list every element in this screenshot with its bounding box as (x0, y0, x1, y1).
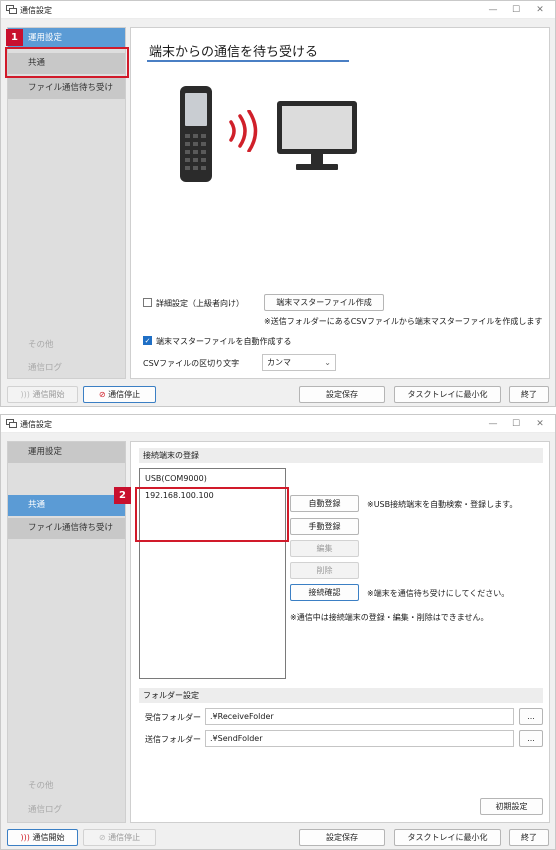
window-title: 通信設定 (20, 6, 52, 15)
sidebar-item-common[interactable]: 共通 (8, 495, 125, 516)
device-list-item[interactable]: USB(COM9000) (145, 474, 207, 483)
stop-comm-label: 通信停止 (108, 390, 141, 399)
auto-register-note: ※USB接続端末を自動検索・登録します。 (367, 500, 518, 509)
highlight-box (135, 487, 289, 542)
app-icon (6, 5, 17, 14)
sidebar-item-operation[interactable]: 運用設定 (8, 28, 125, 49)
close-button[interactable]: ✕ (529, 417, 551, 431)
title-bar: 通信設定 — ☐ ✕ (1, 1, 555, 19)
manual-register-button[interactable]: 手動登録 (290, 518, 359, 535)
exit-button[interactable]: 終了 (509, 386, 549, 403)
settings-window-2: 通信設定 — ☐ ✕ 運用設定 共通 ファイル通信待ち受け その他 通信ログ 接… (0, 414, 556, 850)
delimiter-select[interactable]: カンマ ⌄ (262, 354, 336, 371)
edit-button[interactable]: 編集 (290, 540, 359, 557)
settings-window-1: 通信設定 — ☐ ✕ 運用設定 共通 ファイル通信待ち受け その他 通信ログ 1… (0, 0, 556, 407)
reset-defaults-button[interactable]: 初期設定 (480, 798, 543, 815)
monitor-icon (277, 101, 357, 170)
main-panel: 端末からの通信を待ち受ける 詳細設定（上級者向け） 端末マスターファイル作成 ※… (130, 27, 550, 379)
send-folder-input[interactable]: .¥SendFolder (205, 730, 514, 747)
connection-check-button[interactable]: 接続確認 (290, 584, 359, 601)
in-comm-note: ※通信中は接続端末の登録・編集・削除はできません。 (290, 613, 489, 622)
callout-badge: 2 (114, 487, 131, 504)
receive-folder-browse-button[interactable]: ... (519, 708, 543, 725)
close-button[interactable]: ✕ (529, 3, 551, 17)
sidebar: 運用設定 共通 ファイル通信待ち受け その他 通信ログ (7, 441, 126, 823)
maximize-button[interactable]: ☐ (505, 3, 527, 17)
sidebar-item-file-listen[interactable]: ファイル通信待ち受け (8, 78, 125, 99)
delete-button[interactable]: 削除 (290, 562, 359, 579)
create-master-file-button[interactable]: 端末マスターファイル作成 (264, 294, 384, 311)
app-icon (6, 419, 17, 428)
sidebar-item-log: 通信ログ (28, 805, 63, 815)
folder-group-title: フォルダー設定 (139, 688, 543, 703)
start-comm-label: 通信開始 (32, 833, 65, 842)
receive-folder-label: 受信フォルダー (145, 713, 201, 722)
save-settings-button[interactable]: 設定保存 (299, 829, 385, 846)
delimiter-value: カンマ (267, 358, 291, 367)
delimiter-label: CSVファイルの区切り文字 (143, 359, 240, 368)
advanced-checkbox-label: 詳細設定（上級者向け） (156, 299, 244, 308)
sidebar: 運用設定 共通 ファイル通信待ち受け その他 通信ログ (7, 27, 126, 379)
sidebar-item-file-listen[interactable]: ファイル通信待ち受け (8, 518, 125, 539)
stop-comm-label: 通信停止 (108, 833, 141, 842)
minimize-to-tray-button[interactable]: タスクトレイに最小化 (394, 829, 501, 846)
stop-comm-button[interactable]: ⊘ 通信停止 (83, 386, 156, 403)
send-folder-label: 送信フォルダー (145, 735, 201, 744)
title-bar: 通信設定 — ☐ ✕ (1, 415, 555, 433)
start-comm-label: 通信開始 (32, 390, 65, 399)
handheld-terminal-icon (180, 86, 212, 182)
device-group-title: 接続端末の登録 (139, 448, 543, 463)
page-title: 端末からの通信を待ち受ける (149, 45, 319, 60)
auto-register-button[interactable]: 自動登録 (290, 495, 359, 512)
maximize-button[interactable]: ☐ (505, 417, 527, 431)
sidebar-item-operation[interactable]: 運用設定 (8, 442, 125, 463)
sidebar-item-other: その他 (28, 781, 54, 791)
connection-check-note: ※端末を通信待ち受けにしてください。 (367, 589, 510, 598)
send-folder-browse-button[interactable]: ... (519, 730, 543, 747)
signal-icon: ))) (20, 390, 30, 399)
start-comm-button[interactable]: ))) 通信開始 (7, 829, 78, 846)
wireless-signal-icon (229, 110, 258, 152)
minimize-to-tray-button[interactable]: タスクトレイに最小化 (394, 386, 501, 403)
auto-create-label: 端末マスターファイルを自動作成する (156, 337, 292, 346)
create-master-note: ※送信フォルダーにあるCSVファイルから端末マスターファイルを作成します (264, 317, 543, 326)
receive-folder-input[interactable]: .¥ReceiveFolder (205, 708, 514, 725)
sidebar-item-other: その他 (28, 340, 54, 350)
advanced-checkbox[interactable] (143, 298, 152, 307)
auto-create-checkbox[interactable]: ✓ (143, 336, 152, 345)
no-signal-icon: ⊘ (98, 390, 106, 399)
title-underline (147, 60, 349, 62)
no-signal-icon: ⊘ (98, 833, 106, 842)
callout-badge: 1 (6, 29, 23, 46)
highlight-box (5, 47, 129, 78)
start-comm-button[interactable]: ))) 通信開始 (7, 386, 78, 403)
exit-button[interactable]: 終了 (509, 829, 549, 846)
save-settings-button[interactable]: 設定保存 (299, 386, 385, 403)
stop-comm-button[interactable]: ⊘ 通信停止 (83, 829, 156, 846)
window-title: 通信設定 (20, 420, 52, 429)
chevron-down-icon: ⌄ (324, 358, 331, 367)
minimize-button[interactable]: — (482, 3, 504, 17)
signal-icon: ))) (20, 833, 30, 842)
minimize-button[interactable]: — (482, 417, 504, 431)
sidebar-item-log: 通信ログ (28, 363, 63, 373)
